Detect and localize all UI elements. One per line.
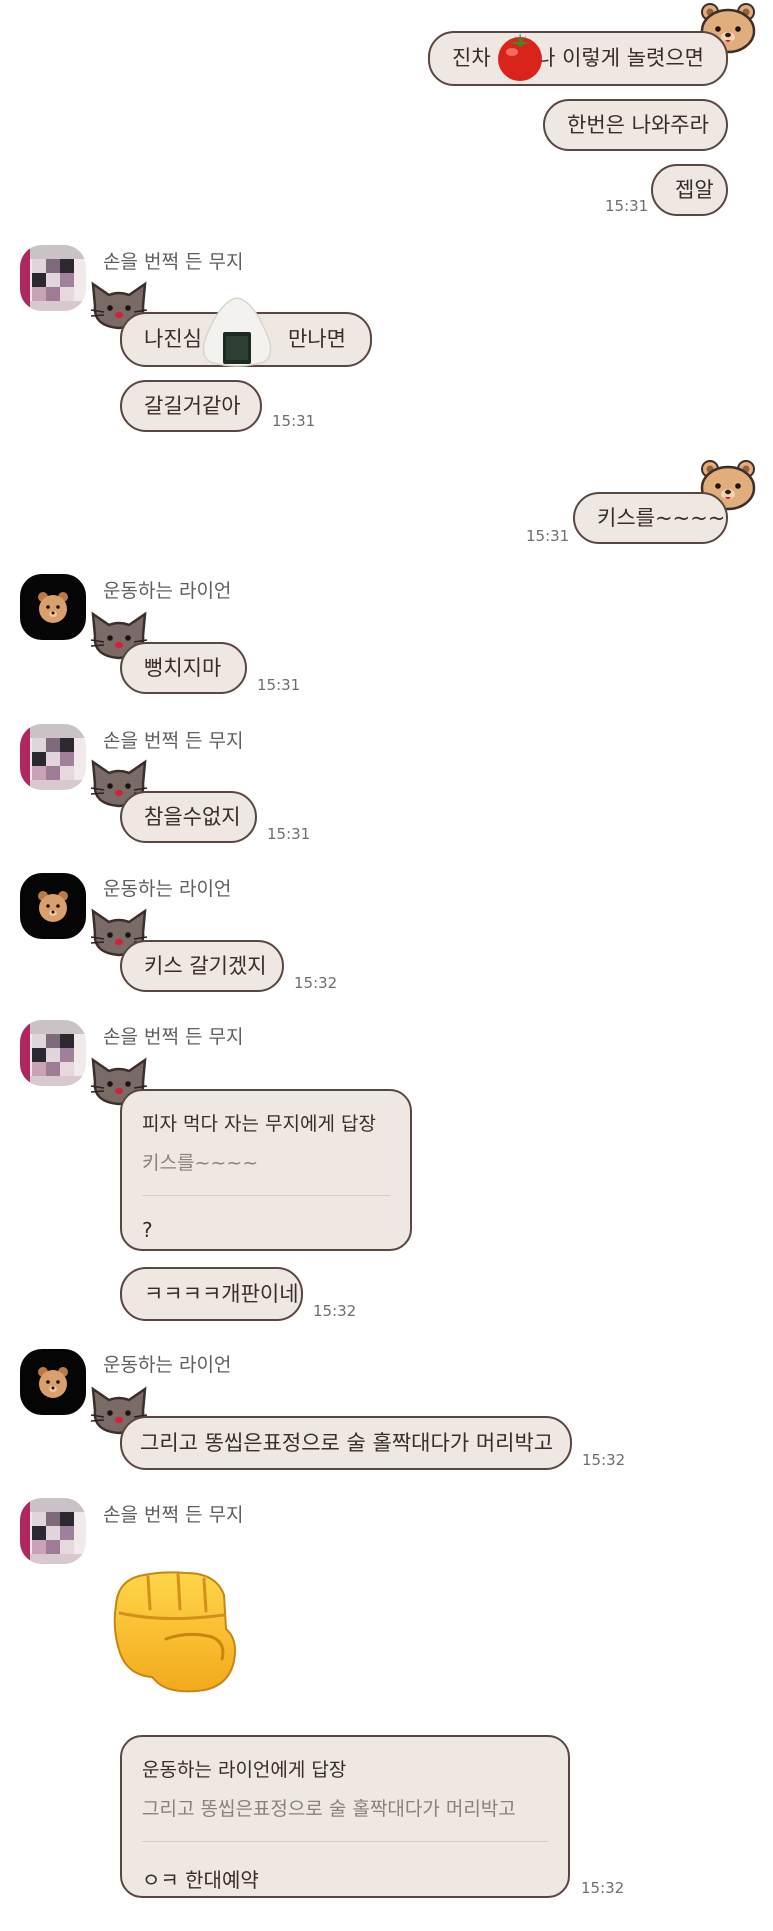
message-bubble[interactable]: 키스 갈기겠지 bbox=[120, 940, 284, 992]
message-bubble[interactable]: 진차 나 이렇게 놀렷으면 bbox=[428, 31, 728, 86]
reply-message-bubble[interactable]: 운동하는 라이언에게 답장 그리고 똥씹은표정으로 술 홀짝대다가 머리박고 ㅇ… bbox=[120, 1735, 570, 1898]
timestamp: 15:31 bbox=[526, 527, 570, 545]
timestamp: 15:31 bbox=[605, 197, 649, 215]
timestamp: 15:32 bbox=[313, 1302, 357, 1320]
timestamp: 15:31 bbox=[272, 412, 316, 430]
message-bubble[interactable]: 참을수없지 bbox=[120, 791, 257, 843]
sender-name: 운동하는 라이언 bbox=[103, 878, 232, 900]
message-bubble[interactable]: 나진심 만나면 bbox=[120, 296, 372, 367]
message-bubble[interactable]: 젭알 bbox=[651, 164, 728, 216]
reply-quote[interactable]: 그리고 똥씹은표정으로 술 홀짝대다가 머리박고 bbox=[142, 1794, 548, 1821]
reply-title: 운동하는 라이언에게 답장 bbox=[142, 1759, 347, 1781]
timestamp: 15:31 bbox=[257, 676, 301, 694]
timestamp: 15:32 bbox=[581, 1879, 625, 1897]
reply-text: ㅇㅋ 한대예약 bbox=[142, 1868, 259, 1892]
ryan-face-icon bbox=[38, 592, 68, 623]
reply-divider bbox=[142, 1841, 548, 1842]
ryan-face-icon bbox=[38, 1367, 68, 1398]
avatar-ryan[interactable] bbox=[20, 873, 86, 939]
message-bubble[interactable]: ㅋㅋㅋㅋ개판이네 bbox=[120, 1267, 303, 1321]
message-bubble[interactable]: 키스를~~~~ bbox=[573, 492, 728, 544]
rice-ball-icon bbox=[202, 296, 288, 367]
ryan-face-icon bbox=[38, 891, 68, 922]
reply-message-bubble[interactable]: 피자 먹다 자는 무지에게 답장 키스를~~~~ ? bbox=[120, 1089, 412, 1251]
reply-title: 피자 먹다 자는 무지에게 답장 bbox=[142, 1113, 376, 1135]
fist-emoji-icon[interactable] bbox=[108, 1565, 258, 1695]
message-bubble[interactable]: 뻥치지마 bbox=[120, 642, 247, 694]
sender-name: 손을 번쩍 든 무지 bbox=[103, 251, 244, 273]
sender-name: 운동하는 라이언 bbox=[103, 1354, 232, 1376]
reply-quote[interactable]: 키스를~~~~ bbox=[142, 1148, 390, 1175]
timestamp: 15:32 bbox=[294, 974, 338, 992]
message-bubble[interactable]: 갈길거같아 bbox=[120, 380, 262, 432]
timestamp: 15:31 bbox=[267, 825, 311, 843]
avatar-ryan[interactable] bbox=[20, 574, 86, 640]
avatar-muzi[interactable] bbox=[20, 1498, 86, 1564]
sender-name: 손을 번쩍 든 무지 bbox=[103, 1026, 244, 1048]
message-bubble[interactable]: 한번은 나와주라 bbox=[543, 99, 728, 151]
sender-name: 손을 번쩍 든 무지 bbox=[103, 1504, 244, 1526]
tomato-icon bbox=[491, 32, 542, 81]
timestamp: 15:32 bbox=[582, 1451, 626, 1469]
avatar-muzi[interactable] bbox=[20, 245, 86, 311]
reply-divider bbox=[142, 1195, 390, 1196]
sender-name: 운동하는 라이언 bbox=[103, 580, 232, 602]
reply-text: ? bbox=[142, 1218, 153, 1242]
message-bubble[interactable]: 그리고 똥씹은표정으로 술 홀짝대다가 머리박고 bbox=[120, 1416, 572, 1470]
avatar-ryan[interactable] bbox=[20, 1349, 86, 1415]
sender-name: 손을 번쩍 든 무지 bbox=[103, 730, 244, 752]
avatar-muzi[interactable] bbox=[20, 1020, 86, 1086]
avatar-muzi[interactable] bbox=[20, 724, 86, 790]
